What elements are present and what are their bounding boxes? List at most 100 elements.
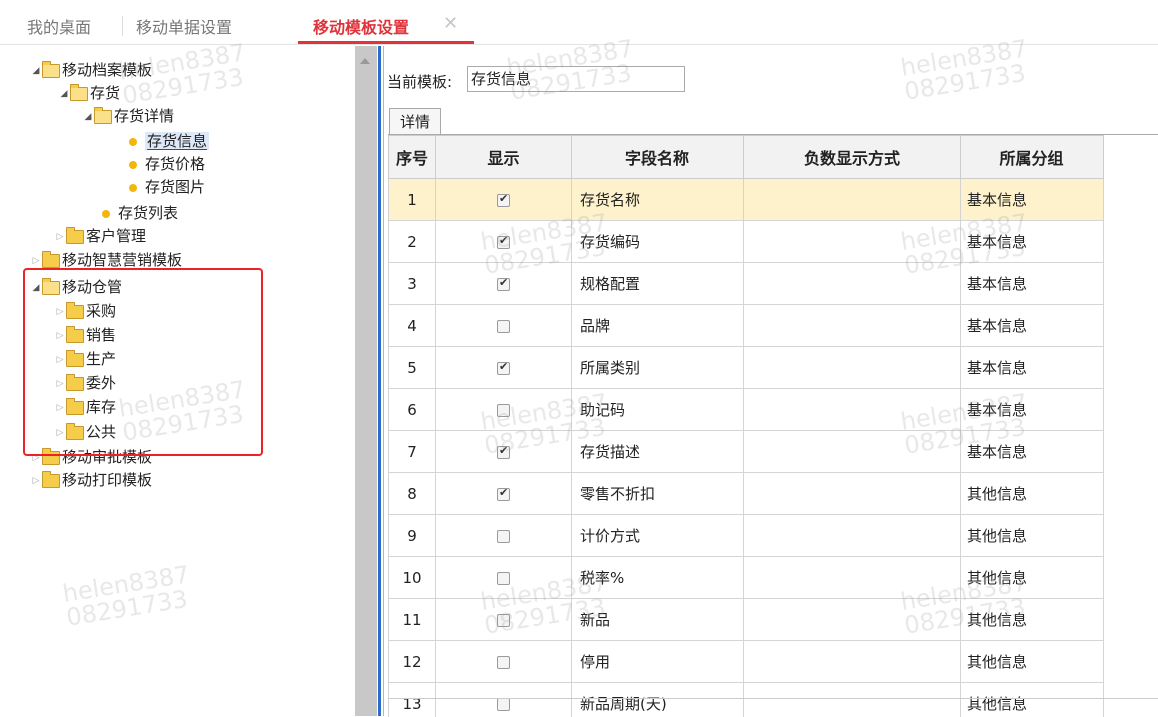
row-negative-display[interactable]	[744, 305, 961, 347]
tab-mobile-template-settings[interactable]: 移动模板设置	[313, 14, 409, 38]
row-show	[436, 305, 572, 347]
folder-icon	[42, 474, 60, 488]
expand-arrow-icon[interactable]: ◢	[30, 60, 42, 82]
header-group: 所属分组	[961, 136, 1104, 179]
row-show	[436, 683, 572, 717]
row-show	[436, 179, 572, 221]
row-negative-display[interactable]	[744, 431, 961, 473]
row-field-name: 新品	[572, 599, 744, 641]
row-group: 其他信息	[961, 557, 1104, 599]
row-negative-display[interactable]	[744, 263, 961, 305]
checked-checkbox[interactable]	[497, 446, 510, 459]
header-field-name: 字段名称	[572, 136, 744, 179]
tree-node-mobile-archive[interactable]: ◢移动档案模板	[30, 59, 152, 81]
table-row[interactable]: 6助记码基本信息	[389, 389, 1104, 431]
folder-icon	[42, 254, 60, 268]
table-row[interactable]: 11新品其他信息	[389, 599, 1104, 641]
row-negative-display[interactable]	[744, 641, 961, 683]
unchecked-checkbox[interactable]	[497, 614, 510, 627]
row-negative-display[interactable]	[744, 599, 961, 641]
row-negative-display[interactable]	[744, 347, 961, 389]
table-row[interactable]: 12停用其他信息	[389, 641, 1104, 683]
header-negative-display: 负数显示方式	[744, 136, 961, 179]
checked-checkbox[interactable]	[497, 488, 510, 501]
folder-open-icon	[42, 64, 60, 78]
watermark: helen8387 08291733	[899, 36, 1033, 103]
table-row[interactable]: 8零售不折扣其他信息	[389, 473, 1104, 515]
checked-checkbox[interactable]	[497, 362, 510, 375]
tree-node-mobile-print[interactable]: ▷移动打印模板	[30, 469, 152, 491]
table-row[interactable]: 3规格配置基本信息	[389, 263, 1104, 305]
tree-node-inventory-detail[interactable]: ◢存货详情	[82, 105, 174, 127]
row-field-name: 品牌	[572, 305, 744, 347]
row-seq: 11	[389, 599, 436, 641]
row-negative-display[interactable]	[744, 473, 961, 515]
table-row[interactable]: 13新品周期(天)其他信息	[389, 683, 1104, 717]
checked-checkbox[interactable]	[497, 236, 510, 249]
row-seq: 1	[389, 179, 436, 221]
tree-node-inventory[interactable]: ◢存货	[58, 82, 120, 104]
unchecked-checkbox[interactable]	[497, 698, 510, 711]
unchecked-checkbox[interactable]	[497, 404, 510, 417]
row-negative-display[interactable]	[744, 515, 961, 557]
row-show	[436, 389, 572, 431]
row-seq: 5	[389, 347, 436, 389]
row-field-name: 零售不折扣	[572, 473, 744, 515]
row-show	[436, 431, 572, 473]
row-show	[436, 641, 572, 683]
tab-my-desktop[interactable]: 我的桌面	[27, 14, 91, 38]
tab-mobile-document-settings[interactable]: 移动单据设置	[136, 14, 232, 38]
table-row[interactable]: 2存货编码基本信息	[389, 221, 1104, 263]
checked-checkbox[interactable]	[497, 278, 510, 291]
row-negative-display[interactable]	[744, 221, 961, 263]
annotation-highlight-box	[23, 268, 263, 456]
row-show	[436, 473, 572, 515]
folder-open-icon	[70, 87, 88, 101]
unchecked-checkbox[interactable]	[497, 530, 510, 543]
row-field-name: 计价方式	[572, 515, 744, 557]
table-row[interactable]: 9计价方式其他信息	[389, 515, 1104, 557]
row-field-name: 存货名称	[572, 179, 744, 221]
expand-arrow-icon[interactable]: ◢	[58, 83, 70, 105]
current-template-field[interactable]: 存货信息	[467, 66, 685, 92]
tree-leaf-inventory-image[interactable]: 存货图片	[129, 176, 205, 198]
unchecked-checkbox[interactable]	[497, 320, 510, 333]
row-negative-display[interactable]	[744, 683, 961, 717]
row-show	[436, 263, 572, 305]
row-seq: 4	[389, 305, 436, 347]
table-row[interactable]: 5所属类别基本信息	[389, 347, 1104, 389]
table-row[interactable]: 10税率%其他信息	[389, 557, 1104, 599]
grid-header-row: 序号 显示 字段名称 负数显示方式 所属分组	[389, 136, 1104, 179]
tree-leaf-inventory-price[interactable]: 存货价格	[129, 153, 205, 175]
expand-arrow-icon[interactable]: ◢	[82, 106, 94, 128]
collapsed-arrow-icon[interactable]: ▷	[30, 470, 42, 492]
scroll-up-icon[interactable]	[360, 58, 370, 64]
tree-leaf-inventory-list[interactable]: 存货列表	[102, 202, 178, 224]
row-negative-display[interactable]	[744, 557, 961, 599]
checked-checkbox[interactable]	[497, 194, 510, 207]
tree-leaf-inventory-info[interactable]: 存货信息	[129, 130, 209, 152]
table-row[interactable]: 4品牌基本信息	[389, 305, 1104, 347]
leaf-dot-icon	[129, 161, 137, 169]
panel-divider[interactable]	[378, 46, 381, 716]
row-seq: 2	[389, 221, 436, 263]
row-show	[436, 515, 572, 557]
collapsed-arrow-icon[interactable]: ▷	[54, 226, 66, 248]
row-group: 其他信息	[961, 473, 1104, 515]
close-icon[interactable]: ✕	[443, 13, 458, 34]
table-row[interactable]: 1存货名称基本信息	[389, 179, 1104, 221]
row-negative-display[interactable]	[744, 389, 961, 431]
tab-details[interactable]: 详情	[389, 108, 441, 134]
row-seq: 12	[389, 641, 436, 683]
row-seq: 13	[389, 683, 436, 717]
unchecked-checkbox[interactable]	[497, 656, 510, 669]
tab-bar: 我的桌面 移动单据设置 移动模板设置 ✕	[0, 0, 1158, 45]
row-field-name: 存货编码	[572, 221, 744, 263]
tree-node-customer[interactable]: ▷客户管理	[54, 225, 146, 247]
row-group: 其他信息	[961, 515, 1104, 557]
table-row[interactable]: 7存货描述基本信息	[389, 431, 1104, 473]
row-negative-display[interactable]	[744, 179, 961, 221]
panel-scrollbar[interactable]	[355, 46, 377, 716]
unchecked-checkbox[interactable]	[497, 572, 510, 585]
row-field-name: 存货描述	[572, 431, 744, 473]
